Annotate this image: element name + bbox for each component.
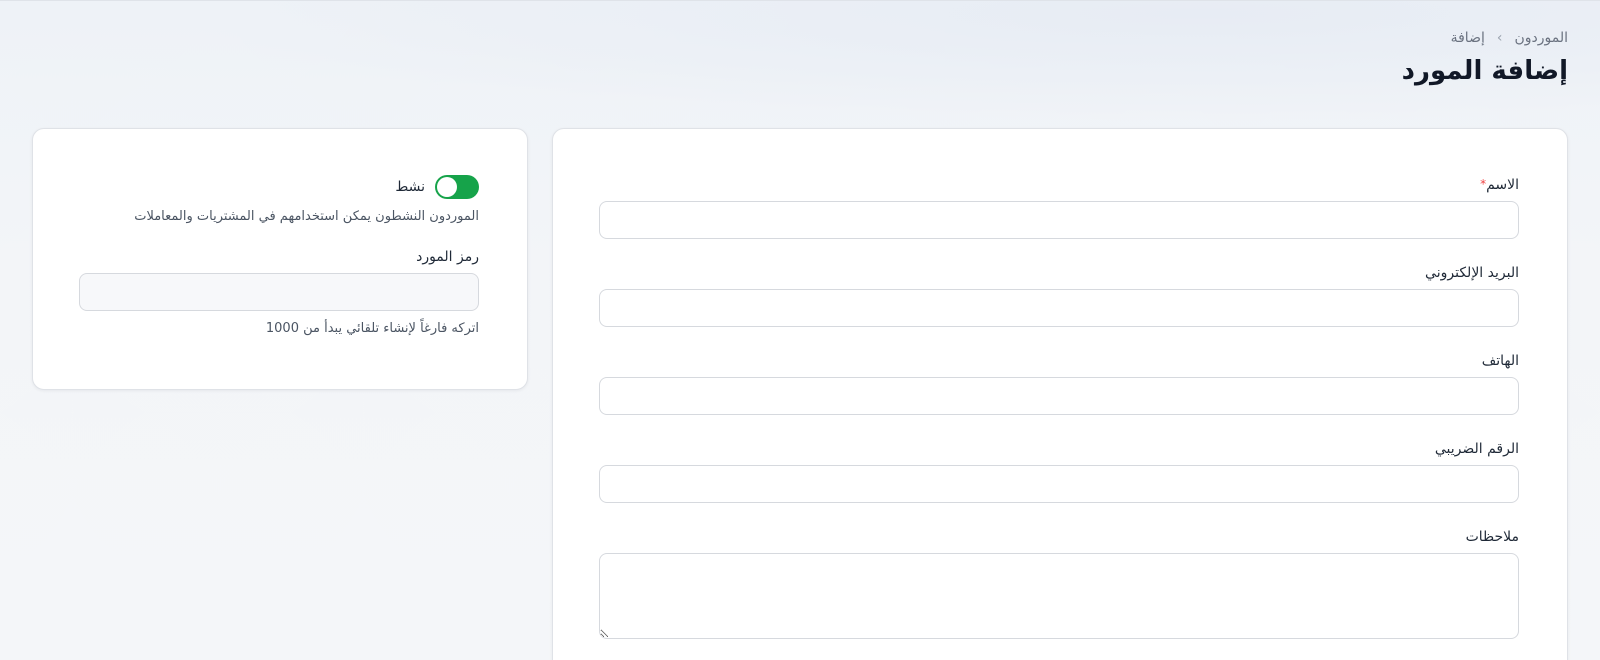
tax-number-label: الرقم الضريبي <box>1434 441 1519 457</box>
tax-number-input[interactable] <box>599 465 1519 503</box>
supplier-code-hint: اتركه فارغاً لإنشاء تلقائي يبدأ من 1000 <box>265 321 479 336</box>
notes-label: ملاحظات <box>1465 529 1519 545</box>
top-border <box>0 0 1600 1</box>
supplier-code-field: رمز المورد اتركه فارغاً لإنشاء تلقائي يب… <box>79 249 479 336</box>
phone-label: الهاتف <box>1481 353 1519 369</box>
active-toggle-row: نشط <box>79 175 479 199</box>
phone-field: الهاتف <box>599 353 1519 415</box>
email-input[interactable] <box>599 289 1519 327</box>
active-toggle[interactable] <box>435 175 479 199</box>
email-field: البريد الإلكتروني <box>599 265 1519 327</box>
active-toggle-label: نشط <box>395 179 425 195</box>
name-field: الاسم* <box>599 177 1519 239</box>
phone-input[interactable] <box>599 377 1519 415</box>
name-label: الاسم* <box>1480 177 1519 193</box>
page-title: إضافة المورد <box>1401 56 1568 86</box>
email-label: البريد الإلكتروني <box>1425 265 1519 281</box>
breadcrumb: الموردون › إضافة <box>1451 30 1568 46</box>
notes-field: ملاحظات <box>599 529 1519 639</box>
active-section: نشط الموردون النشطون يمكن استخدامهم في ا… <box>79 175 479 224</box>
supplier-code-label: رمز المورد <box>416 249 479 265</box>
chevron-left-icon: › <box>1496 30 1503 46</box>
supplier-code-input[interactable] <box>79 273 479 311</box>
tax-number-field: الرقم الضريبي <box>599 441 1519 503</box>
toggle-knob <box>437 177 457 197</box>
active-hint: الموردون النشطون يمكن استخدامهم في المشت… <box>134 209 479 224</box>
notes-textarea[interactable] <box>599 553 1519 639</box>
breadcrumb-current: إضافة <box>1450 30 1485 46</box>
name-input[interactable] <box>599 201 1519 239</box>
supplier-form-card: الاسم* البريد الإلكتروني الهاتف الرقم ال… <box>552 128 1568 660</box>
header-background <box>0 0 1600 140</box>
page-header: الموردون › إضافة إضافة المورد <box>1402 30 1568 86</box>
supplier-settings-card: نشط الموردون النشطون يمكن استخدامهم في ا… <box>32 128 528 390</box>
breadcrumb-suppliers-link[interactable]: الموردون <box>1514 30 1568 46</box>
